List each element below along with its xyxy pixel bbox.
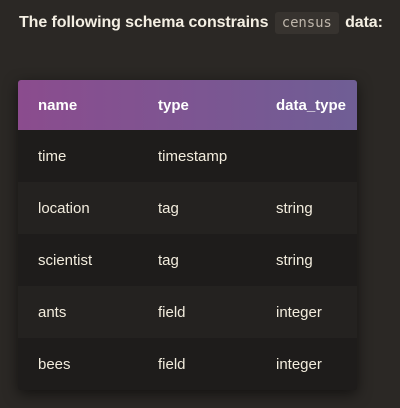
schema-table-header: name type data_type [18,80,357,130]
column-header-name: name [38,96,78,114]
table-row: location tag string [18,182,357,234]
table-row: ants field integer [18,286,357,338]
cell-type: field [158,303,186,321]
schema-table-body: time timestamp location tag string scien… [18,130,357,390]
inline-code-census: census [274,12,339,34]
schema-table-container: name type data_type time timestamp locat… [18,80,357,390]
cell-type: field [158,355,186,373]
table-row: bees field integer [18,338,357,390]
cell-type: timestamp [158,147,228,165]
column-header-data-type: data_type [276,96,347,114]
cell-data-type: integer [276,355,322,373]
intro-text-before: The following schema constrains [19,14,269,31]
cell-data-type: string [276,199,313,217]
cell-name: bees [38,355,71,373]
cell-data-type: string [276,251,313,269]
schema-table: name type data_type time timestamp locat… [18,80,357,390]
cell-name: ants [38,303,67,321]
header-row: name type data_type [18,80,357,130]
column-header-type: type [158,96,189,114]
cell-name: location [38,199,90,217]
cell-type: tag [158,199,179,217]
cell-data-type [276,130,357,182]
intro-text-after: data: [345,14,383,31]
table-row: scientist tag string [18,234,357,286]
table-row: time timestamp [18,130,357,182]
cell-name: time [38,147,67,165]
intro-text: The following schema constrains census d… [19,12,400,34]
cell-data-type: integer [276,303,322,321]
cell-type: tag [158,251,179,269]
cell-name: scientist [38,251,93,269]
